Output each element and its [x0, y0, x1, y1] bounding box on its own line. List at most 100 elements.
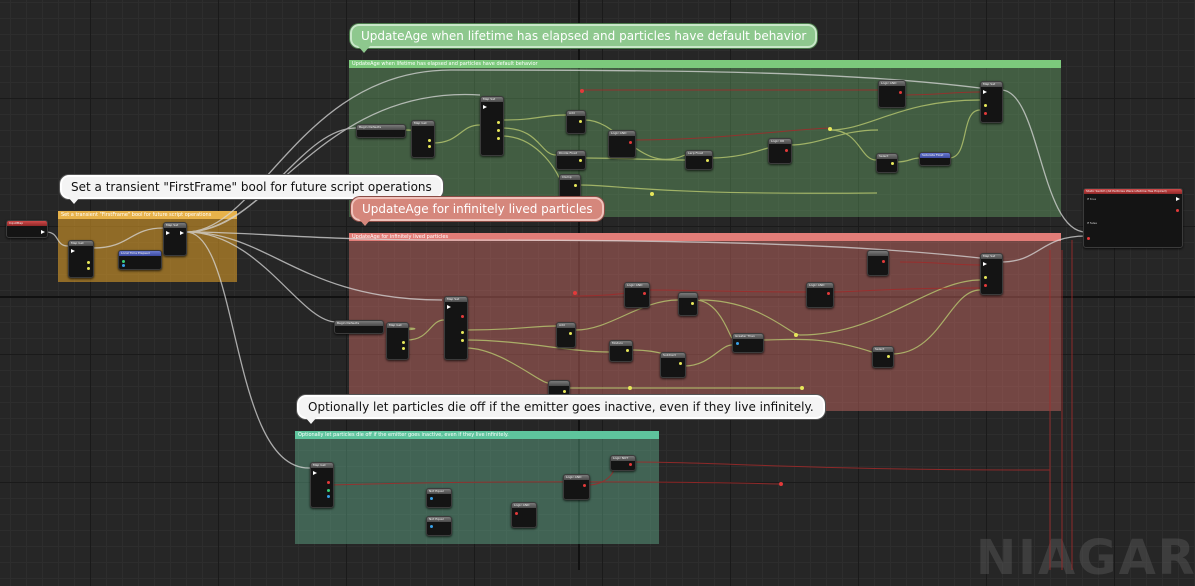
map-set-node-orange[interactable]: Map Set	[163, 222, 187, 256]
logic-or-node[interactable]: Logic OR	[768, 138, 792, 164]
exec-pin[interactable]	[71, 249, 75, 253]
bool-pin[interactable]	[327, 489, 330, 492]
float-pin[interactable]	[428, 145, 431, 148]
bool-pin[interactable]	[785, 149, 788, 152]
logic-and-node-red-right[interactable]: Logic AND	[806, 282, 834, 308]
bool-pin[interactable]	[515, 512, 518, 515]
map-get-node-teal[interactable]: Map Get	[310, 462, 334, 508]
float-pin[interactable]	[891, 162, 894, 165]
subtract-node[interactable]: Subtract	[660, 352, 686, 378]
add-node[interactable]: Add	[566, 110, 586, 134]
float-pin[interactable]	[984, 276, 987, 279]
float-pin[interactable]	[984, 104, 987, 107]
float-pin[interactable]	[579, 159, 582, 162]
bubble-tail	[359, 219, 371, 226]
logic-not-node[interactable]: Logic NOT	[610, 455, 636, 471]
bool-pin[interactable]	[461, 315, 464, 318]
exec-pin[interactable]	[313, 471, 317, 475]
float-pin[interactable]	[679, 362, 682, 365]
float-pin[interactable]	[887, 355, 890, 358]
logic-and-node-top[interactable]: Logic AND	[878, 80, 906, 108]
float-pin[interactable]	[461, 339, 464, 342]
int-pin[interactable]	[327, 495, 330, 498]
bool-pin[interactable]	[122, 260, 125, 263]
comment-bubble-orange[interactable]: Set a transient "FirstFrame" bool for fu…	[60, 175, 443, 204]
begin-defaults-node-green[interactable]: Begin Defaults	[356, 124, 406, 138]
comment-bubble-teal[interactable]: Optionally let particles die off if the …	[297, 395, 825, 424]
bool-pin[interactable]	[827, 292, 830, 295]
int-pin[interactable]	[430, 525, 433, 528]
int-pin[interactable]	[736, 342, 739, 345]
map-get-node-orange[interactable]: Map Get	[68, 240, 94, 278]
static-switch-node[interactable]: Static Switch (All Particles Were Lifeti…	[1083, 188, 1183, 248]
float-pin[interactable]	[691, 302, 694, 305]
map-set-node-green[interactable]: Map Set	[480, 96, 504, 156]
logic-and-node-green[interactable]: Logic AND	[608, 130, 636, 158]
map-set-node-red[interactable]: Map Set	[444, 296, 468, 360]
local-time-elapsed-node[interactable]: Local Time Elapsed	[118, 250, 162, 270]
bool-pin[interactable]	[1087, 237, 1090, 240]
select-node-red[interactable]: Select	[872, 346, 894, 368]
float-pin[interactable]	[626, 349, 629, 352]
bool-pin[interactable]	[629, 463, 632, 466]
clamp-node-red[interactable]	[678, 292, 698, 316]
modulo-node[interactable]: Modulo	[609, 340, 633, 362]
float-pin[interactable]	[402, 341, 405, 344]
divide-float-node[interactable]: Divide Float	[556, 150, 586, 170]
float-pin[interactable]	[497, 121, 500, 124]
bool-pin[interactable]	[583, 484, 586, 487]
lerp-float-node[interactable]: Lerp Float	[685, 150, 713, 170]
node-title: Map Get	[69, 241, 93, 246]
bool-pin[interactable]	[643, 292, 646, 295]
float-pin[interactable]	[579, 120, 582, 123]
float-pin[interactable]	[497, 137, 500, 140]
select-node[interactable]: Select	[876, 153, 898, 173]
float-pin[interactable]	[402, 347, 405, 350]
logic-node-red-top[interactable]	[867, 250, 889, 276]
int-pin[interactable]	[430, 497, 433, 500]
map-set-node-top-green[interactable]: Map Set	[980, 81, 1003, 123]
bool-pin[interactable]	[984, 284, 987, 287]
exec-pin[interactable]	[447, 305, 451, 309]
exec-pin[interactable]	[41, 230, 45, 234]
bool-pin[interactable]	[629, 141, 632, 144]
int-pin[interactable]	[122, 264, 125, 267]
not-equal-node-2[interactable]: Not Equal	[426, 516, 452, 536]
logic-and-node-teal[interactable]: Logic AND	[511, 502, 537, 528]
float-pin[interactable]	[563, 390, 566, 393]
logic-and-node-teal-2[interactable]: Logic AND	[563, 474, 590, 500]
exec-pin[interactable]	[983, 262, 987, 266]
bool-pin[interactable]	[327, 481, 330, 484]
comment-bubble-red[interactable]: UpdateAge for infinitely lived particles	[351, 197, 604, 226]
map-get-node-red[interactable]: Map Get	[386, 322, 409, 360]
float-pin[interactable]	[569, 332, 572, 335]
clamp-node[interactable]: Clamp	[559, 174, 581, 198]
node-title: Map Set	[481, 97, 503, 102]
not-equal-node-1[interactable]: Not Equal	[426, 488, 452, 508]
exec-pin[interactable]	[983, 90, 987, 94]
exec-pin[interactable]	[483, 105, 487, 109]
float-pin[interactable]	[497, 129, 500, 132]
logic-and-node-red[interactable]: Logic AND	[624, 282, 650, 308]
greater-than-node[interactable]: Greater Than	[732, 333, 764, 353]
float-pin[interactable]	[87, 261, 90, 264]
float-pin[interactable]	[574, 184, 577, 187]
float-pin[interactable]	[706, 159, 709, 162]
exec-pin[interactable]	[1176, 197, 1180, 201]
bool-pin[interactable]	[899, 91, 902, 94]
comment-bubble-green[interactable]: UpdateAge when lifetime has elapsed and …	[350, 24, 818, 53]
input-map-node[interactable]: InputMap	[6, 220, 48, 238]
exec-pin[interactable]	[166, 231, 170, 235]
float-pin[interactable]	[87, 267, 90, 270]
add-node-red[interactable]: Add	[556, 322, 576, 348]
bool-pin[interactable]	[1176, 209, 1179, 212]
exec-pin[interactable]	[180, 231, 184, 235]
saturate-float-node[interactable]: Saturate Float	[919, 152, 951, 166]
bool-pin[interactable]	[984, 112, 987, 115]
map-set-node-right-red[interactable]: Map Set	[980, 253, 1003, 295]
float-pin[interactable]	[461, 331, 464, 334]
map-get-node-green[interactable]: Map Get	[411, 120, 435, 158]
begin-defaults-node-red[interactable]: Begin Defaults	[334, 320, 384, 334]
bool-pin[interactable]	[882, 260, 885, 263]
float-pin[interactable]	[428, 139, 431, 142]
